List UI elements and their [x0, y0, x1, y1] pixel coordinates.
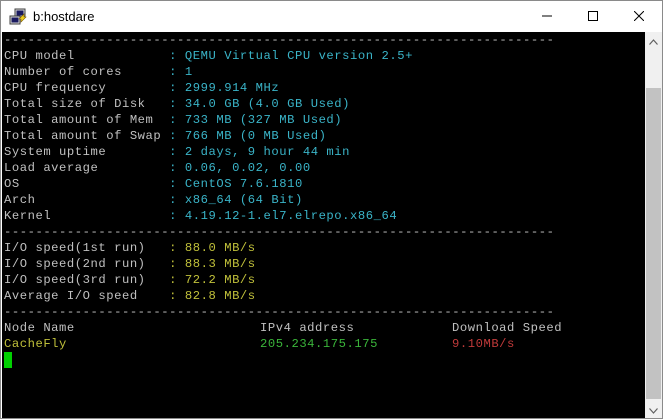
maximize-button[interactable]	[570, 1, 616, 32]
window-title: b:hostdare	[33, 9, 95, 24]
io-label: Average I/O speed	[4, 289, 162, 303]
io-label: I/O speed(2nd run)	[4, 257, 162, 271]
sysinfo-row: CPU frequency : 2999.914 MHz	[4, 80, 279, 96]
terminal-output[interactable]: ----------------------------------------…	[2, 32, 645, 418]
sysinfo-row: Total amount of Swap : 766 MB (0 MB Used…	[4, 128, 326, 144]
sysinfo-row: Total size of Disk : 34.0 GB (4.0 GB Use…	[4, 96, 350, 112]
io-value: : 72.2 MB/s	[169, 273, 256, 287]
scroll-thumb[interactable]	[646, 88, 661, 399]
sysinfo-label: System uptime	[4, 145, 162, 159]
sysinfo-label: Total amount of Mem	[4, 113, 162, 127]
sysinfo-label: Arch	[4, 193, 162, 207]
sysinfo-value: : 4.19.12-1.el7.elrepo.x86_64	[169, 209, 398, 223]
node-name-cell: CacheFly	[4, 337, 67, 351]
sysinfo-label: Number of cores	[4, 65, 162, 79]
terminal-window: b:hostdare -----------------------------…	[0, 0, 663, 419]
io-value: : 88.0 MB/s	[169, 241, 256, 255]
header-node-name: Node Name	[4, 321, 75, 335]
terminal-cursor	[4, 352, 12, 368]
sysinfo-row: System uptime : 2 days, 9 hour 44 min	[4, 144, 350, 160]
io-label: I/O speed(3rd run)	[4, 273, 162, 287]
separator-line: ----------------------------------------…	[4, 225, 555, 239]
close-icon	[633, 8, 645, 26]
ipv4-cell: 205.234.175.175	[260, 337, 378, 351]
minimize-icon	[542, 8, 552, 26]
sysinfo-label: OS	[4, 177, 162, 191]
io-row: I/O speed(3rd run) : 72.2 MB/s	[4, 272, 256, 288]
vertical-scrollbar[interactable]	[645, 32, 662, 418]
title-bar[interactable]: b:hostdare	[1, 1, 662, 32]
sysinfo-value: : 2999.914 MHz	[169, 81, 280, 95]
sysinfo-label: Total amount of Swap	[4, 129, 162, 143]
header-ipv4: IPv4 address	[260, 321, 355, 335]
header-download-speed: Download Speed	[452, 321, 563, 335]
maximize-icon	[588, 8, 598, 26]
sysinfo-row: Arch : x86_64 (64 Bit)	[4, 192, 303, 208]
sysinfo-value: : 733 MB (327 MB Used)	[169, 113, 343, 127]
io-value: : 88.3 MB/s	[169, 257, 256, 271]
sysinfo-label: Total size of Disk	[4, 97, 162, 111]
sysinfo-label: CPU frequency	[4, 81, 162, 95]
sysinfo-row: Total amount of Mem : 733 MB (327 MB Use…	[4, 112, 342, 128]
sysinfo-value: : CentOS 7.6.1810	[169, 177, 303, 191]
io-row: Average I/O speed : 82.8 MB/s	[4, 288, 256, 304]
sysinfo-row: Number of cores : 1	[4, 64, 193, 80]
close-button[interactable]	[616, 1, 662, 32]
minimize-button[interactable]	[524, 1, 570, 32]
download-speed-cell: 9.10MB/s	[452, 337, 515, 351]
separator-line: ----------------------------------------…	[4, 305, 555, 319]
sysinfo-label: Load average	[4, 161, 162, 175]
scroll-down-button[interactable]	[645, 401, 662, 418]
sysinfo-label: CPU model	[4, 49, 162, 63]
chevron-down-icon	[649, 401, 658, 419]
scroll-up-button[interactable]	[645, 32, 662, 49]
sysinfo-value: : 1	[169, 65, 193, 79]
io-value: : 82.8 MB/s	[169, 289, 256, 303]
chevron-up-icon	[649, 32, 658, 50]
sysinfo-row: Kernel : 4.19.12-1.el7.elrepo.x86_64	[4, 208, 397, 224]
sysinfo-value: : 766 MB (0 MB Used)	[169, 129, 327, 143]
sysinfo-value: : x86_64 (64 Bit)	[169, 193, 303, 207]
separator-line: ----------------------------------------…	[4, 33, 555, 47]
sysinfo-row: Load average : 0.06, 0.02, 0.00	[4, 160, 311, 176]
sysinfo-value: : 2 days, 9 hour 44 min	[169, 145, 351, 159]
sysinfo-value: : 0.06, 0.02, 0.00	[169, 161, 311, 175]
io-row: I/O speed(2nd run) : 88.3 MB/s	[4, 256, 256, 272]
sysinfo-row: CPU model : QEMU Virtual CPU version 2.5…	[4, 48, 413, 64]
putty-app-icon[interactable]	[9, 8, 27, 26]
sysinfo-value: : 34.0 GB (4.0 GB Used)	[169, 97, 351, 111]
io-row: I/O speed(1st run) : 88.0 MB/s	[4, 240, 256, 256]
sysinfo-row: OS : CentOS 7.6.1810	[4, 176, 303, 192]
io-label: I/O speed(1st run)	[4, 241, 162, 255]
sysinfo-label: Kernel	[4, 209, 162, 223]
sysinfo-value: : QEMU Virtual CPU version 2.5+	[169, 49, 413, 63]
